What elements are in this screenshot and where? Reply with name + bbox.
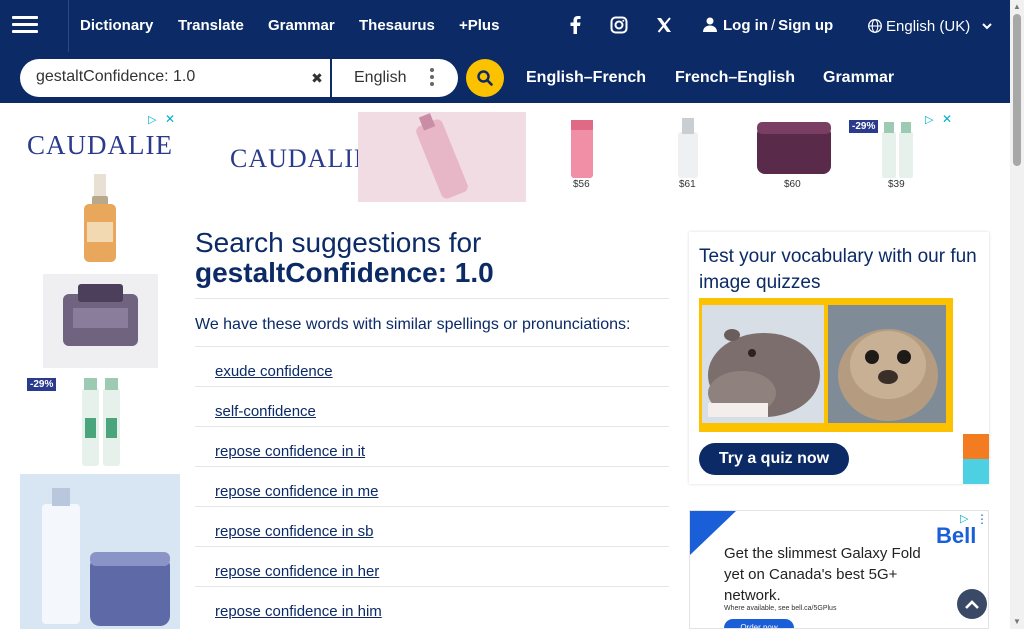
facebook-icon[interactable]: [564, 14, 586, 36]
list-item: repose confidence in him: [195, 586, 669, 626]
login-signup: Log in / Sign up: [703, 17, 833, 36]
quiz-image-link[interactable]: [699, 298, 953, 432]
suggestion-link[interactable]: repose confidence in sb: [215, 523, 373, 540]
page-scrollbar[interactable]: ▲ ▼: [1010, 0, 1024, 629]
feedback-tab[interactable]: [963, 434, 989, 459]
list-item: self-confidence: [195, 386, 669, 426]
ad-bell-logo: Bell: [936, 523, 977, 548]
signup-link[interactable]: Sign up: [778, 17, 833, 34]
try-quiz-button[interactable]: Try a quiz now: [699, 443, 849, 475]
ad-close-icon[interactable]: ✕: [165, 113, 177, 125]
search-bar-row: English English–French French–English Gr…: [0, 52, 1010, 103]
list-item: exude confidence: [195, 346, 669, 386]
left-skyscraper-ad[interactable]: ▷ ✕ CAUDALIE -29%: [20, 112, 180, 629]
ad-product-cream-image: [43, 274, 158, 368]
ad-product-1-image: [568, 120, 596, 178]
login-separator: /: [771, 17, 776, 34]
adchoices-icon[interactable]: ▷: [925, 114, 937, 126]
tab-french-english[interactable]: French–English: [675, 69, 795, 87]
clear-search-icon[interactable]: ✖: [306, 66, 328, 90]
top-navigation-bar: Dictionary Translate Grammar Thesaurus +…: [0, 0, 1010, 52]
ad-sale-badge: -29%: [849, 120, 879, 133]
list-item: repose confidence in it: [195, 426, 669, 466]
suggestion-link[interactable]: repose confidence in me: [215, 483, 378, 500]
quiz-promo-box: Test your vocabulary with our fun image …: [689, 232, 989, 484]
site-language-selector[interactable]: English (UK): [868, 17, 993, 37]
more-vertical-icon: [430, 68, 434, 89]
dictionary-selector-label: English: [354, 69, 407, 86]
ad-cta-button[interactable]: Order now: [724, 619, 794, 628]
list-item: repose confidence in me: [195, 466, 669, 506]
site-language-label: English (UK): [886, 18, 971, 35]
nav-thesaurus-link[interactable]: Thesaurus: [359, 17, 435, 34]
top-banner-ad[interactable]: ▷ ✕ CAUDALIE $56 $61 $60 -29% $39: [228, 112, 956, 202]
back-to-top-button[interactable]: [957, 589, 987, 619]
chevron-up-icon: [965, 600, 979, 609]
scroll-up-arrow-icon[interactable]: ▲: [1013, 2, 1021, 11]
feedback-tab-secondary[interactable]: [963, 459, 989, 484]
ad-close-icon[interactable]: ✕: [942, 113, 954, 125]
suggestion-link[interactable]: repose confidence in her: [215, 563, 379, 580]
menu-icon[interactable]: [10, 12, 40, 38]
dictionary-selector[interactable]: English: [332, 59, 458, 97]
login-link[interactable]: Log in: [723, 17, 768, 34]
ad-product-2-image: [671, 118, 705, 178]
nav-dictionary-link[interactable]: Dictionary: [80, 17, 153, 34]
ad-headline: Get the slimmest Galaxy Fold yet on Cana…: [724, 545, 921, 604]
tab-grammar[interactable]: Grammar: [823, 69, 894, 87]
intro-text: We have these words with similar spellin…: [195, 316, 631, 333]
user-icon: [703, 17, 717, 36]
scrollbar-thumb[interactable]: [1013, 14, 1021, 166]
x-twitter-icon[interactable]: [653, 14, 675, 36]
ad-sale-badge: -29%: [27, 378, 57, 391]
ad-brand-logo: CAUDALIE: [27, 130, 173, 160]
search-icon: [477, 70, 493, 86]
ad-product-bundle-image: [20, 474, 180, 629]
page-title-prefix: Search suggestions for: [195, 227, 482, 258]
ad-price-1: $56: [573, 179, 590, 190]
instagram-icon[interactable]: [608, 14, 630, 36]
nav-divider: [68, 0, 69, 52]
ad-product-foam-image: [78, 378, 124, 468]
search-results-main: Search suggestions for gestaltConfidence…: [195, 228, 669, 626]
bottom-right-ad[interactable]: ▷ ⋮ Bell Get the slimmest Galaxy Fold ye…: [689, 510, 989, 629]
page-title-term: gestaltConfidence: 1.0: [195, 257, 494, 288]
nav-plus-link[interactable]: +Plus: [459, 17, 499, 34]
ad-price-4: $39: [888, 179, 905, 190]
list-item: repose confidence in sb: [195, 506, 669, 546]
ad-brand-logo: CAUDALIE: [230, 144, 371, 173]
suggestion-link[interactable]: repose confidence in him: [215, 603, 382, 620]
chevron-down-icon: [982, 17, 993, 34]
ad-product-3-image: [753, 120, 835, 176]
search-button[interactable]: [466, 59, 504, 97]
divider: [195, 298, 669, 299]
seal-image: [828, 305, 946, 423]
page-title: Search suggestions for gestaltConfidence…: [195, 228, 669, 288]
quiz-title: Test your vocabulary with our fun image …: [699, 246, 977, 293]
suggestion-link[interactable]: repose confidence in it: [215, 443, 365, 460]
ad-disclaimer: Where available, see bell.ca/5GPlus: [724, 605, 837, 612]
suggestion-link[interactable]: exude confidence: [215, 363, 333, 380]
ad-hero-image: [358, 112, 526, 202]
suggestions-list: exude confidence self-confidence repose …: [195, 346, 669, 626]
scroll-down-arrow-icon[interactable]: ▼: [1013, 617, 1021, 626]
tab-english-french[interactable]: English–French: [526, 69, 646, 87]
adchoices-icon[interactable]: ▷: [148, 114, 160, 126]
ad-product-serum-image: [70, 174, 130, 266]
suggestion-link[interactable]: self-confidence: [215, 403, 316, 420]
nav-translate-link[interactable]: Translate: [178, 17, 244, 34]
nav-grammar-link[interactable]: Grammar: [268, 17, 335, 34]
ad-product-4-image: [880, 120, 916, 178]
ad-more-icon[interactable]: ⋮: [976, 513, 988, 525]
search-input[interactable]: [36, 68, 306, 86]
search-box: [20, 59, 330, 97]
ad-price-2: $61: [679, 179, 696, 190]
globe-icon: [868, 19, 882, 37]
hippo-image: [702, 305, 824, 423]
list-item: repose confidence in her: [195, 546, 669, 586]
ad-price-3: $60: [784, 179, 801, 190]
